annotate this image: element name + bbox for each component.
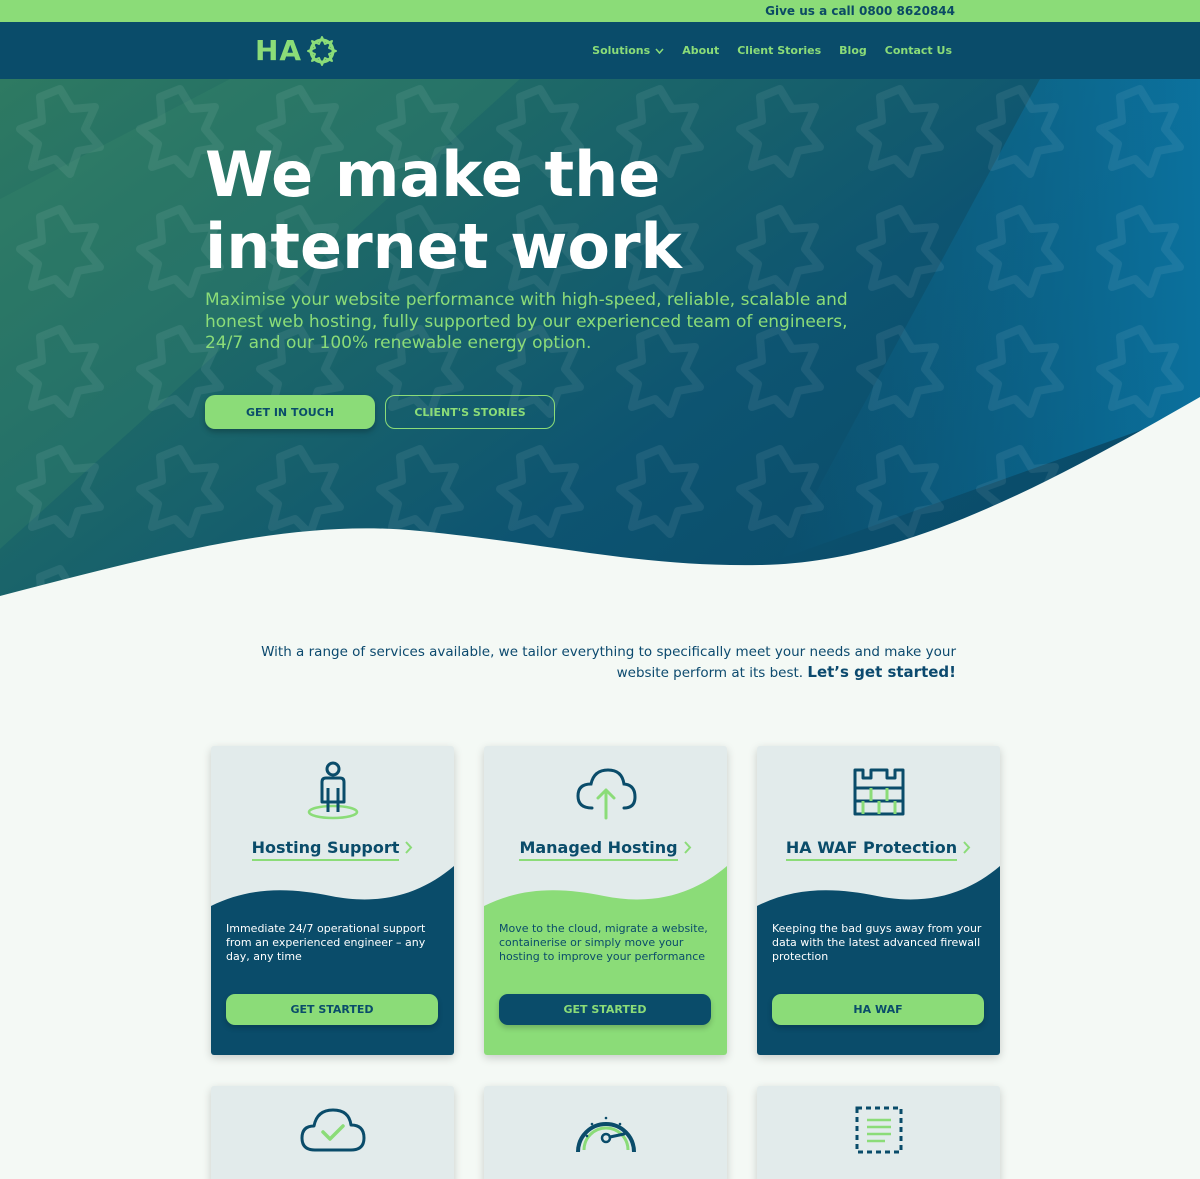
nav-item-blog[interactable]: Blog [839,44,867,57]
document-icon [855,1106,902,1154]
phone-callout[interactable]: Give us a call 0800 8620844 [765,4,955,18]
hero-headline: We make the internet work [205,139,825,283]
nav-item-solutions[interactable]: Solutions [592,44,664,57]
card-title[interactable]: Managed Hosting [484,838,727,861]
hero-headline-line1: We make the [205,138,661,211]
service-card-lower-3[interactable] [757,1086,1000,1179]
intro-emphasis: Let’s get started! [807,663,956,681]
card-description: Move to the cloud, migrate a website, co… [499,922,708,963]
service-card-lower-1[interactable] [211,1086,454,1179]
ha-waf-button[interactable]: HA WAF [772,994,984,1025]
firewall-icon [853,768,904,816]
card-title-text: HA WAF Protection [785,838,958,861]
service-card-managed-hosting[interactable]: Managed Hosting Move to the cloud, migra… [484,746,727,1055]
nav-item-label: Solutions [592,44,651,57]
hero-headline-line2: internet work [205,210,682,283]
service-card-hosting-support[interactable]: Hosting Support Immediate 24/7 operation… [211,746,454,1055]
logo-text: HA [255,34,303,67]
chevron-right-icon [963,841,971,854]
get-started-button[interactable]: GET STARTED [499,994,711,1025]
chevron-right-icon [405,841,413,854]
get-started-button[interactable]: GET STARTED [226,994,438,1025]
client-stories-button[interactable]: CLIENT'S STORIES [385,395,555,429]
nav-menu: Solutions About Client Stories Blog Cont… [592,44,952,57]
cloud-upload-icon [575,768,637,820]
cloud-check-icon [300,1108,365,1152]
chevron-down-icon [655,48,664,54]
card-description: Immediate 24/7 operational support from … [226,922,426,963]
person-icon [307,761,358,820]
card-title[interactable]: Hosting Support [211,838,454,861]
nav-item-about[interactable]: About [682,44,719,57]
logo[interactable]: HA [255,34,338,67]
main-navigation: HA Solutions About Client Stories Blog C… [0,22,1200,79]
card-description: Keeping the bad guys away from your data… [772,922,982,963]
speedometer-icon [575,1116,636,1153]
card-title-text: Hosting Support [251,838,400,861]
top-bar: Give us a call 0800 8620844 [0,0,1200,22]
logo-star-icon [307,35,338,66]
chevron-right-icon [683,841,691,854]
service-card-lower-2[interactable] [484,1086,727,1179]
services-intro: With a range of services available, we t… [220,642,956,683]
hero-subtext: Maximise your website performance with h… [205,290,848,353]
card-title-text: Managed Hosting [519,838,678,861]
card-title[interactable]: HA WAF Protection [757,838,1000,861]
service-card-ha-waf-protection[interactable]: HA WAF Protection Keeping the bad guys a… [757,746,1000,1055]
nav-item-contact-us[interactable]: Contact Us [885,44,952,57]
hero-section: We make the internet work Maximise your … [0,79,1200,609]
nav-item-client-stories[interactable]: Client Stories [737,44,821,57]
get-in-touch-button[interactable]: GET IN TOUCH [205,395,375,429]
